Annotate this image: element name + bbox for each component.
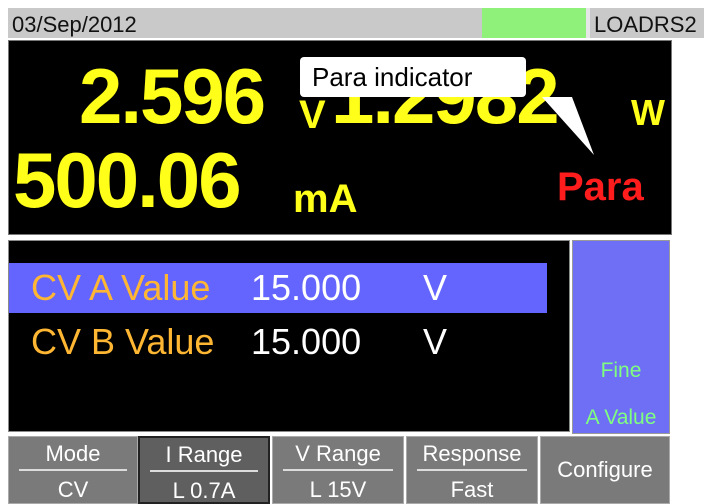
- softkey-divider: [417, 469, 527, 471]
- file-name-display: LOADRS2: [594, 12, 697, 37]
- softkey-title: Mode: [45, 441, 101, 466]
- setting-row-cv-a[interactable]: CV A Value 15.000 V: [9, 263, 547, 313]
- softkey-value: L 15V: [309, 477, 367, 502]
- softkey-i-range[interactable]: I Range L 0.7A: [138, 436, 270, 504]
- date-display: 03/Sep/2012: [12, 12, 137, 37]
- status-divider: [586, 8, 590, 38]
- softkey-divider: [150, 470, 258, 472]
- softkey-divider: [19, 469, 127, 471]
- softkey-v-range[interactable]: V Range L 15V: [272, 436, 404, 504]
- softkey-value: CV: [57, 477, 89, 502]
- settings-panel: CV A Value 15.000 V CV B Value 15.000 V: [8, 240, 570, 432]
- softkey-mode[interactable]: Mode CV: [8, 436, 138, 504]
- setting-value: 15.000: [251, 267, 362, 308]
- softkey-divider: [283, 469, 393, 471]
- setting-label: CV A Value: [31, 267, 211, 308]
- voltage-readout: 2.596: [79, 52, 266, 140]
- power-unit: W: [631, 92, 665, 133]
- setting-unit: V: [423, 267, 448, 308]
- current-unit: mA: [293, 177, 358, 221]
- setting-label: CV B Value: [31, 321, 215, 362]
- fine-key-label: Fine: [600, 359, 642, 382]
- softkey-response[interactable]: Response Fast: [406, 436, 538, 504]
- setting-value: 15.000: [251, 321, 362, 362]
- callout-text: Para indicator: [312, 62, 473, 92]
- status-bar: 03/Sep/2012 LOADRS2: [8, 8, 704, 38]
- para-indicator: Para: [557, 165, 644, 209]
- setting-unit: V: [423, 321, 448, 362]
- callout-pointer: [542, 97, 594, 155]
- setting-row-cv-b[interactable]: CV B Value 15.000 V: [9, 317, 547, 367]
- softkey-configure[interactable]: Configure: [540, 436, 670, 504]
- para-callout: Para indicator: [300, 57, 526, 97]
- status-indicator: [482, 8, 586, 38]
- softkey-value: Fast: [450, 477, 494, 502]
- fine-value-key[interactable]: Fine A Value: [572, 240, 670, 434]
- current-readout: 500.06: [13, 136, 242, 224]
- softkey-title: Response: [422, 441, 522, 466]
- softkey-title: V Range: [295, 441, 381, 466]
- softkey-title: I Range: [165, 442, 243, 467]
- fine-key-sublabel: A Value: [585, 406, 657, 429]
- softkey-label: Configure: [557, 457, 653, 482]
- softkey-value: L 0.7A: [172, 478, 236, 503]
- voltage-unit: V: [299, 93, 326, 137]
